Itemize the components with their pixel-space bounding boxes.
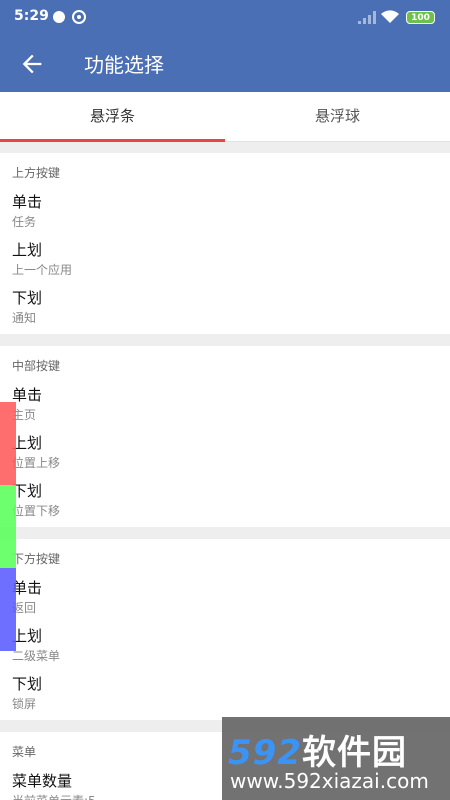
list-item[interactable]: 下划 通知 xyxy=(12,287,432,331)
status-time: 5:29 xyxy=(14,8,49,24)
section-title: 菜单 xyxy=(12,745,37,759)
arrow-left-icon[interactable] xyxy=(18,50,46,78)
list-item[interactable]: 单击 返回 xyxy=(12,577,432,621)
item-value: 上一个应用 xyxy=(12,263,73,277)
list-item[interactable]: 单击 主页 xyxy=(12,384,432,428)
sync-icon xyxy=(72,10,86,24)
list-item[interactable]: 单击 任务 xyxy=(12,191,432,235)
list-item[interactable]: 上划 位置上移 xyxy=(12,432,432,476)
item-value: 锁屏 xyxy=(12,697,37,711)
item-label: 单击 xyxy=(12,579,43,597)
list-item[interactable]: 上划 上一个应用 xyxy=(12,239,432,283)
battery-icon: 100 xyxy=(406,11,435,24)
floating-bar-middle-segment[interactable] xyxy=(0,485,16,568)
tab-indicator xyxy=(0,139,225,142)
item-label: 下划 xyxy=(12,675,43,693)
section-title: 中部按键 xyxy=(12,359,61,373)
item-value: 位置下移 xyxy=(12,504,61,518)
tab-floating-bar[interactable]: 悬浮条 xyxy=(0,92,225,142)
wifi-icon xyxy=(381,10,399,23)
section-title: 上方按键 xyxy=(12,166,61,180)
item-label: 单击 xyxy=(12,386,43,404)
item-label: 下划 xyxy=(12,482,43,500)
watermark-url: www.592xiazai.com xyxy=(230,769,429,793)
list-item[interactable]: 下划 位置下移 xyxy=(12,480,432,524)
item-label: 上划 xyxy=(12,241,43,259)
tab-floating-ball[interactable]: 悬浮球 xyxy=(225,92,450,142)
item-label: 单击 xyxy=(12,193,43,211)
watermark-logo: 592软件园 xyxy=(228,733,407,773)
app-bar: 功能选择 xyxy=(0,36,450,92)
floating-bar-top-segment[interactable] xyxy=(0,402,16,485)
section-title: 下方按键 xyxy=(12,552,61,566)
item-value: 位置上移 xyxy=(12,456,61,470)
watermark: 592软件园 www.592xiazai.com xyxy=(222,717,450,800)
item-value: 任务 xyxy=(12,215,37,229)
list-item[interactable]: 下划 锁屏 xyxy=(12,673,432,717)
signal-icon xyxy=(358,11,376,24)
notification-icon xyxy=(53,11,65,23)
item-label: 上划 xyxy=(12,627,43,645)
item-label: 菜单数量 xyxy=(12,772,73,790)
item-label: 下划 xyxy=(12,289,43,307)
page-title: 功能选择 xyxy=(84,53,164,77)
item-value: 通知 xyxy=(12,311,37,325)
item-label: 上划 xyxy=(12,434,43,452)
tab-bar: 悬浮条 悬浮球 xyxy=(0,92,450,142)
section-bottom-keys: 下方按键 单击 返回 上划 二级菜单 下划 锁屏 xyxy=(0,539,450,720)
floating-bar-bottom-segment[interactable] xyxy=(0,568,16,651)
list-item[interactable]: 上划 二级菜单 xyxy=(12,625,432,669)
item-value: 当前菜单元素:5 xyxy=(12,792,96,800)
item-value: 二级菜单 xyxy=(12,649,61,663)
section-middle-keys: 中部按键 单击 主页 上划 位置上移 下划 位置下移 xyxy=(0,346,450,527)
section-top-keys: 上方按键 单击 任务 上划 上一个应用 下划 通知 xyxy=(0,153,450,334)
status-bar: 5:29 100 xyxy=(0,0,450,36)
